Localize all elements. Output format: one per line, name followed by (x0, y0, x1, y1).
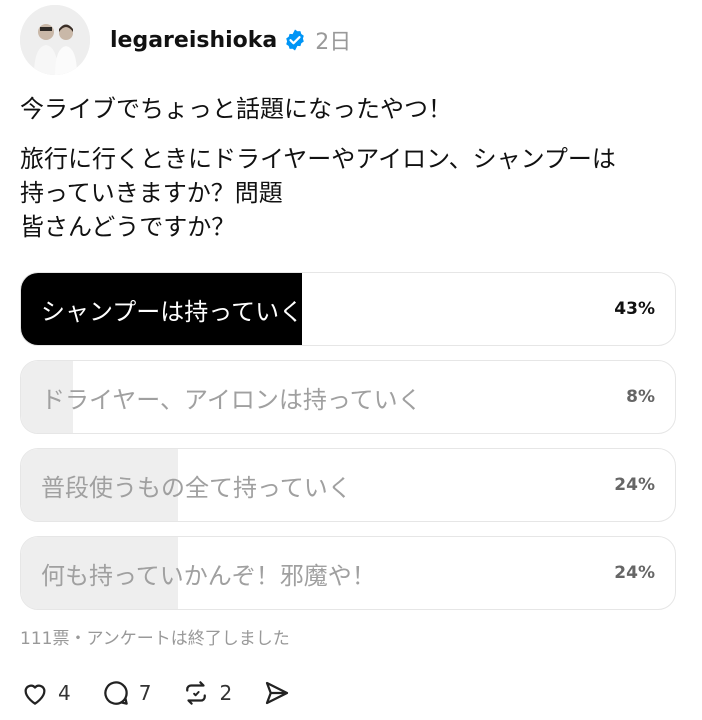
post-header: legareishioka 2日 (110, 24, 351, 56)
repost-button[interactable]: 2 (181, 678, 232, 708)
reply-count: 7 (138, 681, 152, 705)
like-count: 4 (58, 681, 71, 705)
poll-option-label: ドライヤー、アイロンは持っていく (41, 385, 422, 414)
poll-option-percent: 24% (614, 475, 655, 495)
post-text-line: 旅行に行くときにドライヤーやアイロン、シャンプーは (20, 145, 616, 173)
post-time: 2日 (315, 30, 352, 55)
avatar[interactable] (20, 5, 90, 75)
avatar-image (20, 5, 90, 75)
poll-option-percent: 24% (614, 563, 655, 583)
send-icon (266, 681, 289, 705)
action-bar: 4 7 2 (20, 678, 322, 708)
share-button[interactable] (262, 678, 292, 708)
repost-icon (186, 681, 207, 705)
poll-option: 何も持っていかんぞ！邪魔や！ 24% (20, 536, 676, 610)
poll-option: 普段使うもの全て持っていく 24% (20, 448, 676, 522)
post-body: 今ライブでちょっと話題になったやつ！ 旅行に行くときにドライヤーやアイロン、シャ… (20, 92, 682, 244)
poll-option-percent: 43% (614, 299, 655, 319)
poll: シャンプーは持っていく 43% ドライヤー、アイロンは持っていく 8% 普段使う… (20, 272, 676, 624)
poll-option-percent: 8% (626, 387, 655, 407)
reply-bubble-icon (103, 681, 128, 705)
like-button[interactable]: 4 (20, 678, 71, 708)
poll-option-label: 何も持っていかんぞ！邪魔や！ (41, 561, 376, 590)
username[interactable]: legareishioka (110, 28, 277, 53)
poll-option: シャンプーは持っていく 43% (20, 272, 676, 346)
poll-meta: 111票・アンケートは終了しました (20, 629, 290, 649)
heart-icon (24, 684, 46, 705)
poll-option-label: シャンプーは持っていく (41, 297, 304, 326)
post-text-line: 皆さんどうですか？ (20, 213, 236, 241)
poll-option: ドライヤー、アイロンは持っていく 8% (20, 360, 676, 434)
post-text-line: 持っていきますか？問題 (20, 179, 283, 207)
post-text-line: 今ライブでちょっと話題になったやつ！ (20, 95, 452, 123)
poll-option-label: 普段使うもの全て持っていく (41, 473, 352, 502)
verified-badge-icon (283, 28, 307, 52)
reply-button[interactable]: 7 (101, 678, 152, 708)
repost-count: 2 (219, 681, 233, 705)
